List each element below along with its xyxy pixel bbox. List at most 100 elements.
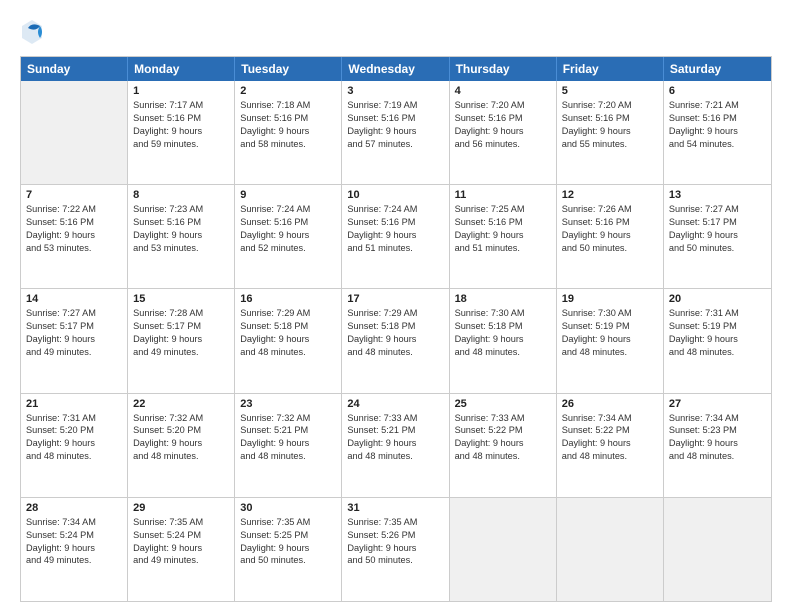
- cell-info-line: and 48 minutes.: [562, 450, 658, 463]
- day-number: 13: [669, 189, 766, 201]
- cell-info-line: Daylight: 9 hours: [669, 333, 766, 346]
- cell-info-line: Daylight: 9 hours: [133, 542, 229, 555]
- cell-info-line: Daylight: 9 hours: [347, 125, 443, 138]
- cell-info-line: Sunset: 5:18 PM: [347, 320, 443, 333]
- cell-info-line: and 48 minutes.: [347, 450, 443, 463]
- day-number: 19: [562, 293, 658, 305]
- cal-cell-20: 20 Sunrise: 7:31 AMSunset: 5:19 PMDayligh…: [664, 289, 771, 392]
- cell-info-line: Sunrise: 7:22 AM: [26, 203, 122, 216]
- cell-info-line: Sunset: 5:16 PM: [347, 216, 443, 229]
- cell-info-line: Daylight: 9 hours: [562, 125, 658, 138]
- cell-info-line: and 57 minutes.: [347, 138, 443, 151]
- cal-cell-empty-0-0: [21, 81, 128, 184]
- cell-info-line: Sunrise: 7:31 AM: [669, 307, 766, 320]
- cell-info-line: and 48 minutes.: [669, 346, 766, 359]
- cell-info-line: Daylight: 9 hours: [26, 333, 122, 346]
- day-number: 20: [669, 293, 766, 305]
- cell-info-line: Sunrise: 7:30 AM: [455, 307, 551, 320]
- day-number: 28: [26, 502, 122, 514]
- cell-info-line: Daylight: 9 hours: [562, 437, 658, 450]
- calendar-row-3: 14Sunrise: 7:27 AMSunset: 5:17 PMDayligh…: [21, 289, 771, 393]
- cell-info-line: Sunset: 5:19 PM: [562, 320, 658, 333]
- cell-info-line: Daylight: 9 hours: [347, 437, 443, 450]
- cell-info-line: and 48 minutes.: [240, 346, 336, 359]
- day-number: 27: [669, 398, 766, 410]
- cell-info-line: Sunrise: 7:19 AM: [347, 99, 443, 112]
- cal-cell-5: 5Sunrise: 7:20 AMSunset: 5:16 PMDaylight…: [557, 81, 664, 184]
- cell-info-line: and 49 minutes.: [133, 554, 229, 567]
- cell-info-line: and 48 minutes.: [347, 346, 443, 359]
- cal-cell-13: 13Sunrise: 7:27 AMSunset: 5:17 PMDayligh…: [664, 185, 771, 288]
- day-number: 24: [347, 398, 443, 410]
- cell-info-line: and 58 minutes.: [240, 138, 336, 151]
- cell-info-line: and 50 minutes.: [562, 242, 658, 255]
- cell-info-line: Sunset: 5:19 PM: [669, 320, 766, 333]
- cell-info-line: Sunset: 5:21 PM: [240, 424, 336, 437]
- cell-info-line: Sunrise: 7:24 AM: [240, 203, 336, 216]
- day-number: 16: [240, 293, 336, 305]
- cell-info-line: Sunset: 5:24 PM: [26, 529, 122, 542]
- cell-info-line: and 56 minutes.: [455, 138, 551, 151]
- page-header: [20, 18, 772, 46]
- cell-info-line: and 55 minutes.: [562, 138, 658, 151]
- cell-info-line: and 48 minutes.: [240, 450, 336, 463]
- cell-info-line: Sunset: 5:16 PM: [455, 112, 551, 125]
- cell-info-line: Sunrise: 7:32 AM: [240, 412, 336, 425]
- cell-info-line: and 54 minutes.: [669, 138, 766, 151]
- cell-info-line: Sunrise: 7:27 AM: [26, 307, 122, 320]
- cell-info-line: and 48 minutes.: [455, 450, 551, 463]
- cal-cell-24: 24Sunrise: 7:33 AMSunset: 5:21 PMDayligh…: [342, 394, 449, 497]
- cal-cell-16: 16Sunrise: 7:29 AMSunset: 5:18 PMDayligh…: [235, 289, 342, 392]
- calendar-body: 1Sunrise: 7:17 AMSunset: 5:16 PMDaylight…: [21, 81, 771, 601]
- cell-info-line: Daylight: 9 hours: [347, 542, 443, 555]
- cell-info-line: Daylight: 9 hours: [240, 542, 336, 555]
- day-number: 23: [240, 398, 336, 410]
- day-number: 26: [562, 398, 658, 410]
- cell-info-line: and 48 minutes.: [455, 346, 551, 359]
- cell-info-line: Sunrise: 7:34 AM: [562, 412, 658, 425]
- day-number: 7: [26, 189, 122, 201]
- cell-info-line: Daylight: 9 hours: [240, 125, 336, 138]
- cal-cell-11: 11Sunrise: 7:25 AMSunset: 5:16 PMDayligh…: [450, 185, 557, 288]
- cell-info-line: Sunset: 5:18 PM: [455, 320, 551, 333]
- cell-info-line: Sunrise: 7:20 AM: [562, 99, 658, 112]
- cal-cell-3: 3Sunrise: 7:19 AMSunset: 5:16 PMDaylight…: [342, 81, 449, 184]
- cell-info-line: Sunrise: 7:24 AM: [347, 203, 443, 216]
- cell-info-line: Sunset: 5:22 PM: [455, 424, 551, 437]
- cell-info-line: Daylight: 9 hours: [26, 437, 122, 450]
- cell-info-line: Sunrise: 7:33 AM: [455, 412, 551, 425]
- cell-info-line: Sunset: 5:22 PM: [562, 424, 658, 437]
- cal-cell-26: 26 Sunrise: 7:34 AMSunset: 5:22 PMDayligh…: [557, 394, 664, 497]
- day-number: 8: [133, 189, 229, 201]
- cell-info-line: Daylight: 9 hours: [669, 229, 766, 242]
- cell-info-line: Sunrise: 7:20 AM: [455, 99, 551, 112]
- cell-info-line: Daylight: 9 hours: [455, 125, 551, 138]
- cal-cell-27: 27Sunrise: 7:34 AMSunset: 5:23 PMDayligh…: [664, 394, 771, 497]
- cell-info-line: Daylight: 9 hours: [669, 125, 766, 138]
- cal-cell-15: 15Sunrise: 7:28 AMSunset: 5:17 PMDayligh…: [128, 289, 235, 392]
- cal-cell-23: 23Sunrise: 7:32 AMSunset: 5:21 PMDayligh…: [235, 394, 342, 497]
- cell-info-line: Sunset: 5:16 PM: [240, 112, 336, 125]
- calendar-row-4: 21Sunrise: 7:31 AMSunset: 5:20 PMDayligh…: [21, 394, 771, 498]
- day-number: 29: [133, 502, 229, 514]
- logo-icon: [20, 18, 44, 46]
- cell-info-line: Daylight: 9 hours: [240, 229, 336, 242]
- cal-cell-14: 14Sunrise: 7:27 AMSunset: 5:17 PMDayligh…: [21, 289, 128, 392]
- cell-info-line: Sunset: 5:16 PM: [455, 216, 551, 229]
- cell-info-line: Sunrise: 7:23 AM: [133, 203, 229, 216]
- cell-info-line: and 48 minutes.: [562, 346, 658, 359]
- header-day-monday: Monday: [128, 57, 235, 81]
- day-number: 1: [133, 85, 229, 97]
- cal-cell-4: 4 Sunrise: 7:20 AMSunset: 5:16 PMDaylight…: [450, 81, 557, 184]
- cell-info-line: and 50 minutes.: [347, 554, 443, 567]
- cell-info-line: Daylight: 9 hours: [133, 437, 229, 450]
- cell-info-line: and 52 minutes.: [240, 242, 336, 255]
- cell-info-line: Daylight: 9 hours: [240, 333, 336, 346]
- cal-cell-28: 28Sunrise: 7:34 AMSunset: 5:24 PMDayligh…: [21, 498, 128, 601]
- cal-cell-30: 30Sunrise: 7:35 AMSunset: 5:25 PMDayligh…: [235, 498, 342, 601]
- day-number: 4: [455, 85, 551, 97]
- cell-info-line: Daylight: 9 hours: [26, 542, 122, 555]
- cal-cell-2: 2Sunrise: 7:18 AMSunset: 5:16 PMDaylight…: [235, 81, 342, 184]
- cell-info-line: Sunset: 5:17 PM: [26, 320, 122, 333]
- cal-cell-29: 29Sunrise: 7:35 AMSunset: 5:24 PMDayligh…: [128, 498, 235, 601]
